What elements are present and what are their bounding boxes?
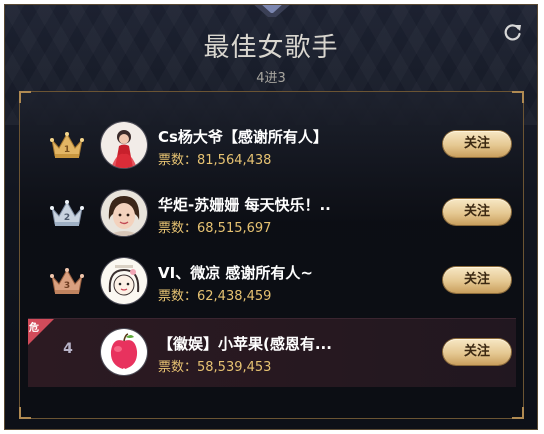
top-ornament — [254, 5, 290, 17]
list-item: 危 4 【徽娱】小苹果(感恩有... 票数：58,539,453 关注 — [28, 318, 516, 387]
crown-icon: 1 — [50, 132, 84, 158]
list-item: 1 Cs杨大爷【感谢所有人】 票数：81,564,438 关注 — [28, 114, 516, 178]
singer-name: 【徽娱】小苹果(感恩有... — [158, 335, 332, 353]
singer-name: 华炬-苏姗姗 每天快乐！.. — [158, 196, 331, 214]
list-item: 2 华炬-苏姗姗 每天快乐！.. 票数：68,515,697 关注 — [28, 182, 516, 246]
ranking-list: 1 Cs杨大爷【感谢所有人】 票数：81,564,438 关注 2 华炬-苏姗姗… — [19, 91, 524, 419]
follow-button[interactable]: 关注 — [443, 131, 511, 157]
avatar[interactable] — [100, 121, 148, 169]
avatar[interactable] — [100, 189, 148, 237]
crown-icon: 2 — [50, 200, 84, 226]
follow-button[interactable]: 关注 — [443, 199, 511, 225]
vote-panel: 最佳女歌手 4进3 1 Cs杨大爷【感谢所有人】 票数：81,564,438 关… — [4, 4, 538, 430]
rank-number: 4 — [63, 341, 73, 357]
vote-count: 票数：68,515,697 — [158, 221, 272, 236]
rank-number: 1 — [64, 145, 70, 155]
vote-count: 票数：81,564,438 — [158, 153, 272, 168]
round-label: 4进3 — [256, 71, 286, 86]
danger-badge: 危 — [28, 319, 54, 345]
rank-number: 2 — [64, 213, 70, 223]
singer-name: Cs杨大爷【感谢所有人】 — [158, 128, 328, 146]
crown-icon: 3 — [50, 268, 84, 294]
vote-count: 票数：62,438,459 — [158, 289, 272, 304]
page-title: 最佳女歌手 — [203, 33, 339, 63]
list-item: 3 VI、微凉 感谢所有人~ 票数：62,438,459 关注 — [28, 250, 516, 314]
danger-label: 危 — [29, 323, 39, 334]
avatar[interactable] — [100, 328, 148, 376]
avatar[interactable] — [100, 257, 148, 305]
vote-count: 票数：58,539,453 — [158, 360, 272, 375]
rank-number: 3 — [64, 281, 70, 291]
follow-button[interactable]: 关注 — [443, 339, 511, 365]
refresh-icon[interactable] — [503, 22, 523, 42]
follow-button[interactable]: 关注 — [443, 267, 511, 293]
singer-name: VI、微凉 感谢所有人~ — [158, 264, 313, 282]
